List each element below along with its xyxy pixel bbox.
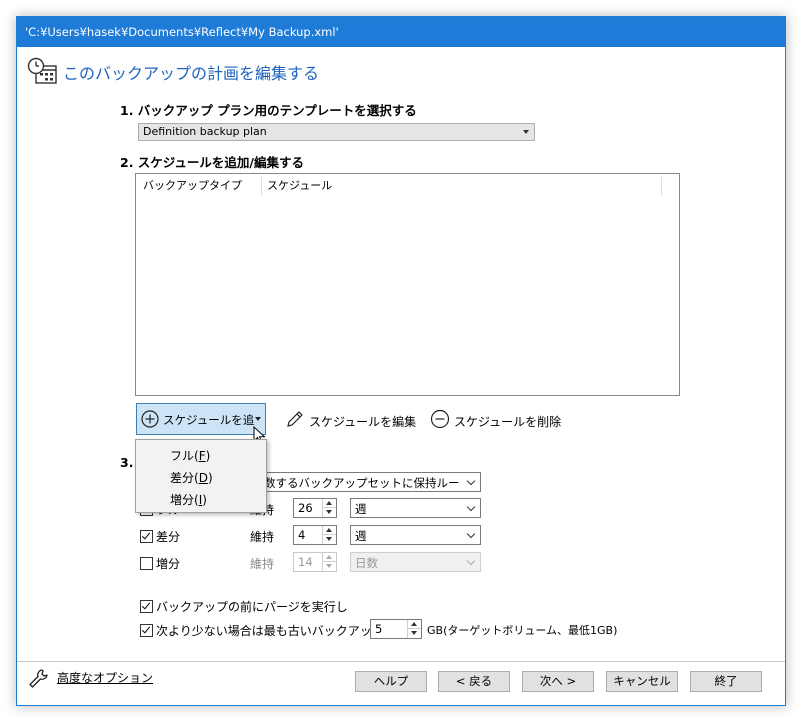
calendar-clock-icon — [27, 57, 57, 84]
template-value: Definition backup plan — [143, 125, 267, 138]
add-schedule-button[interactable]: スケジュールを追加 — [136, 403, 266, 435]
chevron-down-icon — [466, 556, 476, 566]
footer-divider — [17, 661, 785, 662]
cancel-button[interactable]: キャンセル — [606, 671, 678, 692]
column-divider — [261, 177, 262, 196]
retention-rule-select[interactable]: 数するバックアップセットに保持ルールを適用 — [259, 472, 481, 492]
chevron-down-icon — [466, 502, 476, 512]
dropdown-arrow-icon — [523, 130, 529, 134]
purge-before-checkbox[interactable] — [140, 600, 153, 613]
gb-value: 5 — [375, 622, 383, 636]
spin-down-icon[interactable] — [322, 534, 336, 544]
column-header-schedule[interactable]: スケジュール — [267, 174, 332, 196]
delete-schedule-label: スケジュールを削除 — [454, 415, 562, 429]
delete-oldest-checkbox[interactable] — [140, 624, 153, 637]
differential-checkbox[interactable] — [140, 530, 153, 543]
finish-button[interactable]: 終了 — [690, 671, 762, 692]
dropdown-arrow-icon — [255, 417, 261, 421]
menu-item-differential[interactable]: 差分(D) — [170, 469, 213, 486]
gb-suffix-label: GB(ターゲットボリューム、最低1GB) — [427, 624, 618, 637]
minus-circle-icon — [430, 409, 450, 429]
full-keep-stepper[interactable]: 26 — [293, 498, 337, 518]
back-button[interactable]: < 戻る — [438, 671, 510, 692]
step3-label: 3. — [120, 455, 134, 470]
differential-unit-select[interactable]: 週 — [350, 525, 481, 545]
page-title: このバックアップの計画を編集する — [63, 64, 320, 83]
advanced-options-label: 高度なオプション — [57, 671, 154, 685]
purge-before-label: バックアップの前にパージを実行し — [156, 600, 348, 614]
add-schedule-label: スケジュールを追加 — [163, 413, 255, 427]
incremental-keep-value: 14 — [298, 555, 313, 569]
pencil-icon — [287, 411, 303, 427]
differential-keep-stepper[interactable]: 4 — [293, 525, 337, 545]
menu-item-incremental[interactable]: 増分(I) — [170, 491, 207, 508]
spin-down-icon[interactable] — [407, 628, 421, 638]
column-header-backup-type[interactable]: バックアップタイプ — [143, 174, 242, 196]
chevron-down-icon — [466, 529, 476, 539]
title-bar: 'C:¥Users¥hasek¥Documents¥Reflect¥My Bac… — [17, 17, 785, 47]
next-button[interactable]: 次へ > — [522, 671, 594, 692]
template-select[interactable]: Definition backup plan — [138, 123, 535, 141]
column-divider — [661, 177, 662, 196]
step1-label: 1. バックアップ プラン用のテンプレートを選択する — [120, 103, 417, 118]
incremental-keep-stepper[interactable]: 14 — [293, 552, 337, 572]
help-button[interactable]: ヘルプ — [355, 671, 427, 692]
incremental-checkbox[interactable] — [140, 557, 153, 570]
full-keep-value: 26 — [298, 501, 313, 515]
plus-circle-icon — [141, 410, 159, 428]
edit-schedule-label: スケジュールを編集 — [309, 415, 417, 429]
spin-down-icon[interactable] — [322, 507, 336, 517]
wrench-icon — [29, 669, 48, 688]
schedule-list[interactable]: バックアップタイプ スケジュール — [135, 173, 680, 396]
dialog-window: 'C:¥Users¥hasek¥Documents¥Reflect¥My Bac… — [16, 16, 786, 706]
incremental-unit-value: 日数 — [355, 556, 378, 570]
incremental-unit-select[interactable]: 日数 — [350, 552, 481, 572]
incremental-label: 増分 — [156, 557, 181, 571]
differential-keep-label: 維持 — [250, 530, 275, 544]
spin-down-icon[interactable] — [322, 561, 336, 571]
full-unit-select[interactable]: 週 — [350, 498, 481, 518]
differential-label: 差分 — [156, 530, 181, 544]
step2-label: 2. スケジュールを追加/編集する — [120, 155, 304, 170]
gb-stepper[interactable]: 5 — [370, 619, 422, 639]
chevron-down-icon — [466, 476, 476, 486]
differential-unit-value: 週 — [355, 529, 367, 543]
differential-keep-value: 4 — [298, 528, 306, 542]
add-schedule-menu: フル(F) 差分(D) 増分(I) — [135, 439, 267, 513]
incremental-keep-label: 維持 — [250, 557, 275, 571]
full-unit-value: 週 — [355, 502, 367, 516]
window-title: 'C:¥Users¥hasek¥Documents¥Reflect¥My Bac… — [25, 25, 339, 39]
menu-item-full[interactable]: フル(F) — [170, 447, 210, 464]
retention-rule-value: 数するバックアップセットに保持ルールを適用 — [264, 476, 460, 490]
